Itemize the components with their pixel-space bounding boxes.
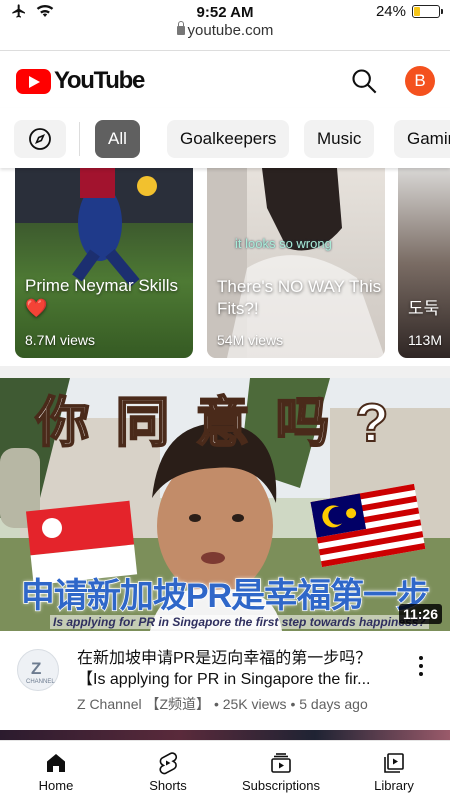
next-video-thumbnail-peek[interactable] [0,730,450,740]
home-icon [47,754,65,772]
youtube-play-icon [16,68,51,94]
upload-age: 5 days ago [299,696,368,712]
chip-all[interactable]: All [95,120,140,158]
nav-label: Shorts [149,778,187,793]
search-button[interactable] [350,67,378,95]
short-card[interactable]: 도둑 113M [398,168,450,358]
logo-text: YouTube [54,67,145,94]
subscriptions-icon [271,753,291,773]
section-separator [0,366,450,378]
youtube-logo[interactable]: YouTube [16,67,145,95]
library-icon [384,753,404,773]
nav-shorts[interactable]: Shorts [112,741,224,800]
channel-name[interactable]: Z Channel 【Z频道】 [77,696,210,712]
more-options-button[interactable] [414,656,428,680]
shorts-icon [159,752,178,775]
video-thumbnail[interactable]: 你同意吗? 申请新加坡PR是幸福第一步 Is applying for PR i… [0,378,450,631]
nav-home[interactable]: Home [0,741,112,800]
short-card[interactable]: it looks so wrong There's NO WAY This Fi… [207,168,385,358]
video-subtitle: Z Channel 【Z频道】 • 25K views • 5 days ago [77,696,368,712]
thumbnail-heading: 你同意吗? [35,392,415,454]
chip-music[interactable]: Music [304,120,375,158]
video-title[interactable]: 在新加坡申请PR是迈向幸福的第一步吗？【Is applying for PR i… [77,648,397,690]
status-bar: 9:52 AM 24% [0,0,450,24]
short-overlay-text: it looks so wrong [235,236,332,251]
battery-icon [412,5,443,18]
nav-label: Subscriptions [241,778,321,793]
battery-percentage: 24% [375,3,406,20]
compass-icon [29,128,51,150]
kebab-menu-icon [414,656,428,676]
channel-logo-icon: Z CHANNEL [26,659,55,685]
short-views: 8.7M views [25,332,96,348]
account-avatar[interactable]: B [405,66,435,96]
shorts-shelf: Prime Neymar Skills ❤️ 8.7M views it loo… [0,168,450,366]
short-title: Prime Neymar Skills [25,276,179,295]
short-views: 54M views [217,332,284,348]
nav-subscriptions[interactable]: Subscriptions [225,741,337,800]
video-meta: Z CHANNEL 在新加坡申请PR是迈向幸福的第一步吗？【Is applyin… [0,640,450,730]
nav-label: Home [38,778,74,793]
channel-avatar[interactable]: Z CHANNEL [17,649,59,691]
chip-divider [79,122,80,156]
lock-icon [176,21,185,35]
chip-goalkeepers[interactable]: Goalkeepers [167,120,290,158]
nav-library[interactable]: Library [338,741,450,800]
short-title: There's NO WAY This Fits?! [217,277,382,318]
short-thumbnail [15,168,193,287]
svg-text:CHANNEL: CHANNEL [26,679,55,685]
filter-chips-bar: All Goalkeepers Music Gaming [0,108,450,168]
chip-gaming[interactable]: Gaming [394,120,450,158]
bottom-navigation: Home Shorts Subscriptions Library [0,740,450,800]
nav-label: Library [374,778,414,793]
short-title: 도둑 [408,299,440,318]
svg-text:Z: Z [31,659,41,678]
youtube-header: YouTube B [0,50,450,108]
browser-url-bar[interactable]: youtube.com [0,21,450,44]
url-text: youtube.com [187,22,274,39]
view-count: 25K views [222,696,287,712]
heart-emoji: ❤️ [25,298,48,318]
search-icon [352,69,377,94]
short-views: 113M [408,332,442,348]
thumbnail-banner: 申请新加坡PR是幸福第一步 [20,576,431,616]
short-card[interactable]: Prime Neymar Skills ❤️ 8.7M views [15,168,193,358]
short-thumbnail [207,168,385,358]
duration-badge: 11:26 [398,604,442,624]
thumbnail-caption: Is applying for PR in Singapore the firs… [50,615,429,629]
explore-button[interactable] [14,120,66,158]
